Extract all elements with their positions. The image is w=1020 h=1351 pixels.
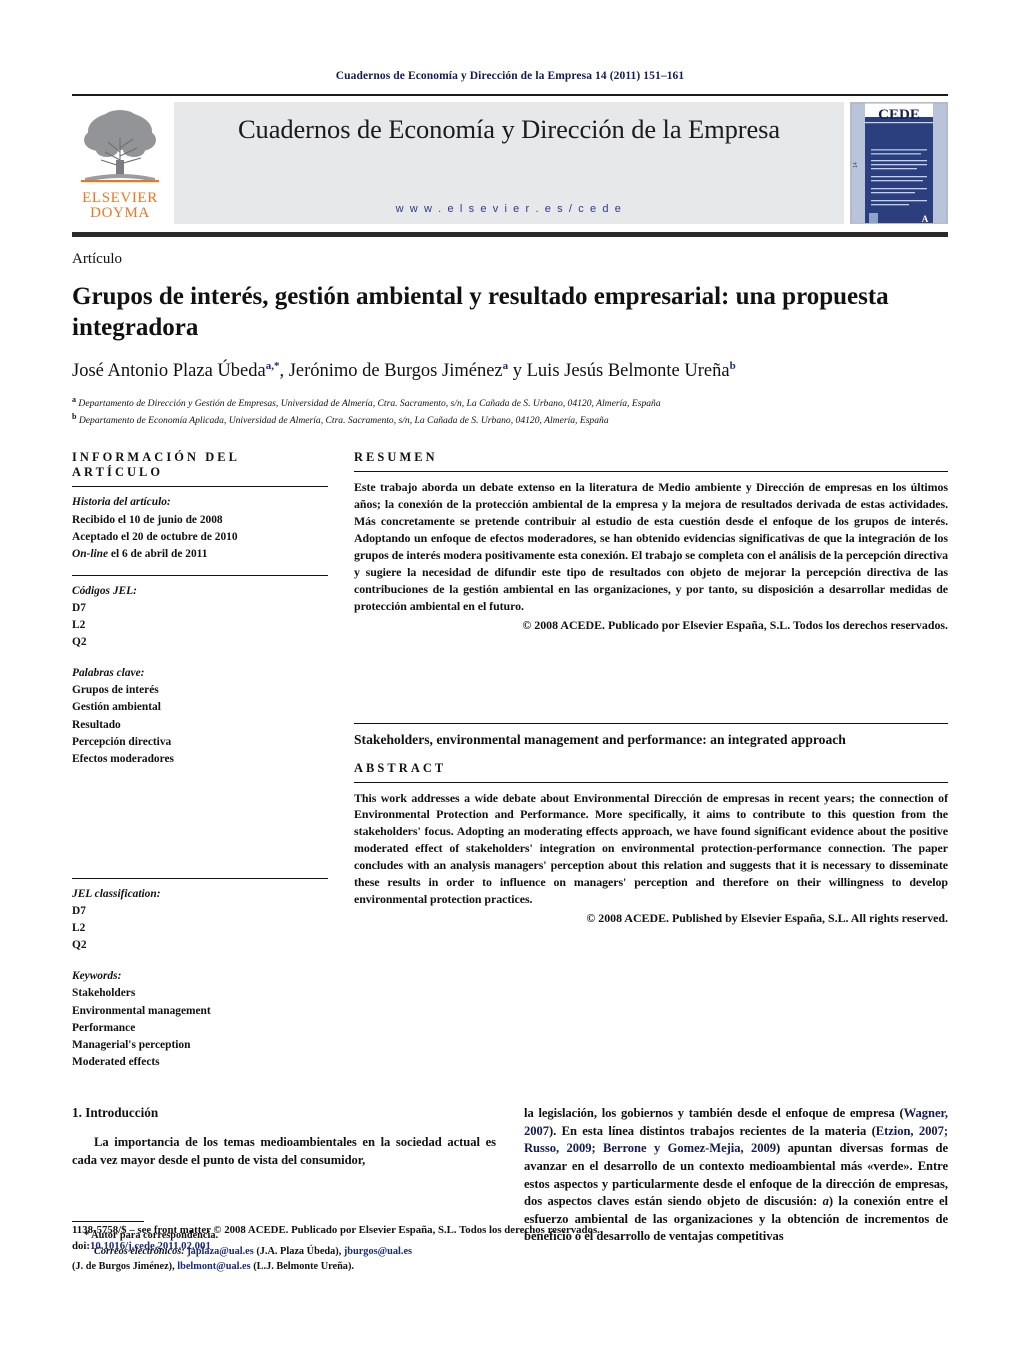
page-footer: 1138-5758/$ – see front matter © 2008 AC… (72, 1222, 948, 1254)
email-link-3[interactable]: lbelmont@ual.es (177, 1261, 250, 1272)
keyword-en-3: Managerial's perception (72, 1038, 191, 1051)
affiliation-a: a Departamento de Dirección y Gestión de… (72, 394, 948, 411)
intro-right-pre: la legislación, los gobiernos y también … (524, 1106, 904, 1121)
english-title: Stakeholders, environmental management a… (354, 731, 846, 747)
keywords-es: Palabras clave: Grupos de interés Gestió… (72, 665, 328, 768)
section-heading-introduccion: 1. Introducción (72, 1105, 159, 1121)
jel-code-en-1: L2 (72, 922, 86, 935)
history-accepted: Aceptado el 20 de octubre de 2010 (72, 530, 238, 543)
affiliation-b: b Departamento de Economía Aplicada, Uni… (72, 411, 948, 428)
journal-url[interactable]: w w w . e l s e v i e r . e s / c e d e (174, 203, 844, 215)
info-panel-rule-2 (72, 574, 328, 576)
history-label: Historia del artículo: (72, 496, 171, 509)
info-panel-rule-3 (72, 877, 328, 879)
jel-label-en: JEL classification: (72, 887, 161, 900)
doi-link[interactable]: 10.1016/j.cede.2011.02.001 (90, 1240, 211, 1252)
intro-right-mid-1: ). En esta línea distintos trabajos reci… (549, 1123, 876, 1138)
keyword-en-4: Moderated effects (72, 1055, 160, 1068)
email-owner-2: (J. de Burgos Jiménez), (72, 1260, 178, 1272)
affiliation-marker-b: b (72, 412, 77, 422)
info-panel-heading: INFORMACIÓN DEL ARTÍCULO (72, 450, 240, 480)
jel-label-es: Códigos JEL: (72, 584, 137, 597)
elsevier-tree-icon (81, 104, 159, 190)
keyword-es-0: Grupos de interés (72, 684, 159, 697)
resumen-rule (354, 471, 948, 473)
abstract-body: This work addresses a wide debate about … (354, 790, 948, 907)
jel-code-en-0: D7 (72, 905, 86, 918)
jel-code-es-1: L2 (72, 619, 86, 632)
abstracts-column: RESUMEN Este trabajo aborda un debate ex… (344, 450, 948, 926)
jel-code-es-0: D7 (72, 601, 86, 614)
journal-banner: Cuadernos de Economía y Dirección de la … (174, 102, 844, 224)
page-title: Grupos de interés, gestión ambiental y r… (72, 283, 889, 341)
masthead: ELSEVIER DOYMA Cuadernos de Economía y D… (72, 94, 948, 224)
abstract-copyright: © 2008 ACEDE. Published by Elsevier Espa… (586, 910, 948, 925)
affiliation-marker-a: a (72, 395, 76, 405)
history-received: Recibido el 10 de junio de 2008 (72, 513, 223, 526)
journal-cover-thumbnail: CEDE A 14 (850, 102, 948, 224)
affiliation-text-b: Departamento de Economía Aplicada, Unive… (78, 415, 609, 427)
footnote-emails-cont: (J. de Burgos Jiménez), lbelmont@ual.es … (72, 1259, 496, 1274)
jel-codes-en: JEL classification: D7 L2 Q2 (72, 886, 328, 954)
article-type-kicker: Artículo (72, 251, 122, 267)
author-list: José Antonio Plaza Úbedaa,*, Jerónimo de… (72, 360, 736, 382)
keyword-es-4: Efectos moderadores (72, 752, 174, 765)
elsevier-wordmark: ELSEVIER DOYMA (82, 190, 158, 222)
keywords-en: Keywords: Stakeholders Environmental man… (72, 968, 328, 1071)
jel-code-es-2: Q2 (72, 636, 87, 649)
elsevier-word-line2: DOYMA (90, 205, 150, 222)
svg-text:A: A (922, 214, 929, 224)
online-rest: el 6 de abril de 2011 (108, 547, 208, 560)
journal-title: Cuadernos de Economía y Dirección de la … (237, 114, 781, 144)
doi-label: doi: (72, 1240, 90, 1253)
keyword-es-2: Resultado (72, 718, 121, 731)
elsevier-word-line1: ELSEVIER (82, 190, 158, 206)
abstract-rule (354, 781, 948, 783)
article-header: Artículo Grupos de interés, gestión ambi… (72, 251, 948, 428)
keyword-en-0: Stakeholders (72, 987, 136, 1000)
intro-paragraph-left: La importancia de los temas medioambient… (72, 1135, 496, 1167)
resumen-copyright: © 2008 ACEDE. Publicado por Elsevier Esp… (522, 617, 948, 632)
abstract-heading: ABSTRACT (354, 760, 447, 775)
abstract-top-rule (354, 722, 948, 724)
keywords-label-es: Palabras clave: (72, 667, 145, 680)
footer-frontmatter: 1138-5758/$ – see front matter © 2008 AC… (72, 1224, 600, 1236)
keywords-label-en: Keywords: (72, 970, 122, 983)
info-panel-rule-1 (72, 486, 328, 488)
resumen-heading: RESUMEN (354, 450, 438, 465)
history-online: On-line el 6 de abril de 2011 (72, 546, 328, 563)
footer-doi: doi:10.1016/j.cede.2011.02.001 (72, 1238, 948, 1254)
svg-text:14: 14 (853, 162, 859, 168)
keyword-en-2: Performance (72, 1021, 136, 1034)
jel-codes-es: Códigos JEL: D7 L2 Q2 (72, 583, 328, 651)
abstract-block: INFORMACIÓN DEL ARTÍCULO Historia del ar… (72, 450, 948, 1073)
article-history: Historia del artículo: Recibido el 10 de… (72, 494, 328, 562)
elsevier-logo: ELSEVIER DOYMA (72, 102, 168, 224)
jel-code-en-2: Q2 (72, 939, 87, 952)
masthead-bottom-rule (72, 232, 948, 237)
keyword-es-1: Gestión ambiental (72, 701, 161, 714)
paper-page: Cuadernos de Economía y Dirección de la … (0, 0, 1020, 1351)
keyword-en-1: Environmental management (72, 1004, 211, 1017)
article-info-panel: INFORMACIÓN DEL ARTÍCULO Historia del ar… (72, 450, 344, 1073)
cover-artwork: CEDE A 14 (851, 103, 947, 224)
resumen-body: Este trabajo aborda un debate extenso en… (354, 480, 948, 613)
online-prefix: On-line (72, 547, 109, 560)
email-owner-3: (L.J. Belmonte Ureña). (250, 1260, 354, 1272)
keyword-es-3: Percepción directiva (72, 735, 172, 748)
svg-text:CEDE: CEDE (878, 107, 920, 123)
affiliation-text-a: Departamento de Dirección y Gestión de E… (78, 398, 661, 410)
running-head: Cuadernos de Economía y Dirección de la … (335, 70, 685, 82)
